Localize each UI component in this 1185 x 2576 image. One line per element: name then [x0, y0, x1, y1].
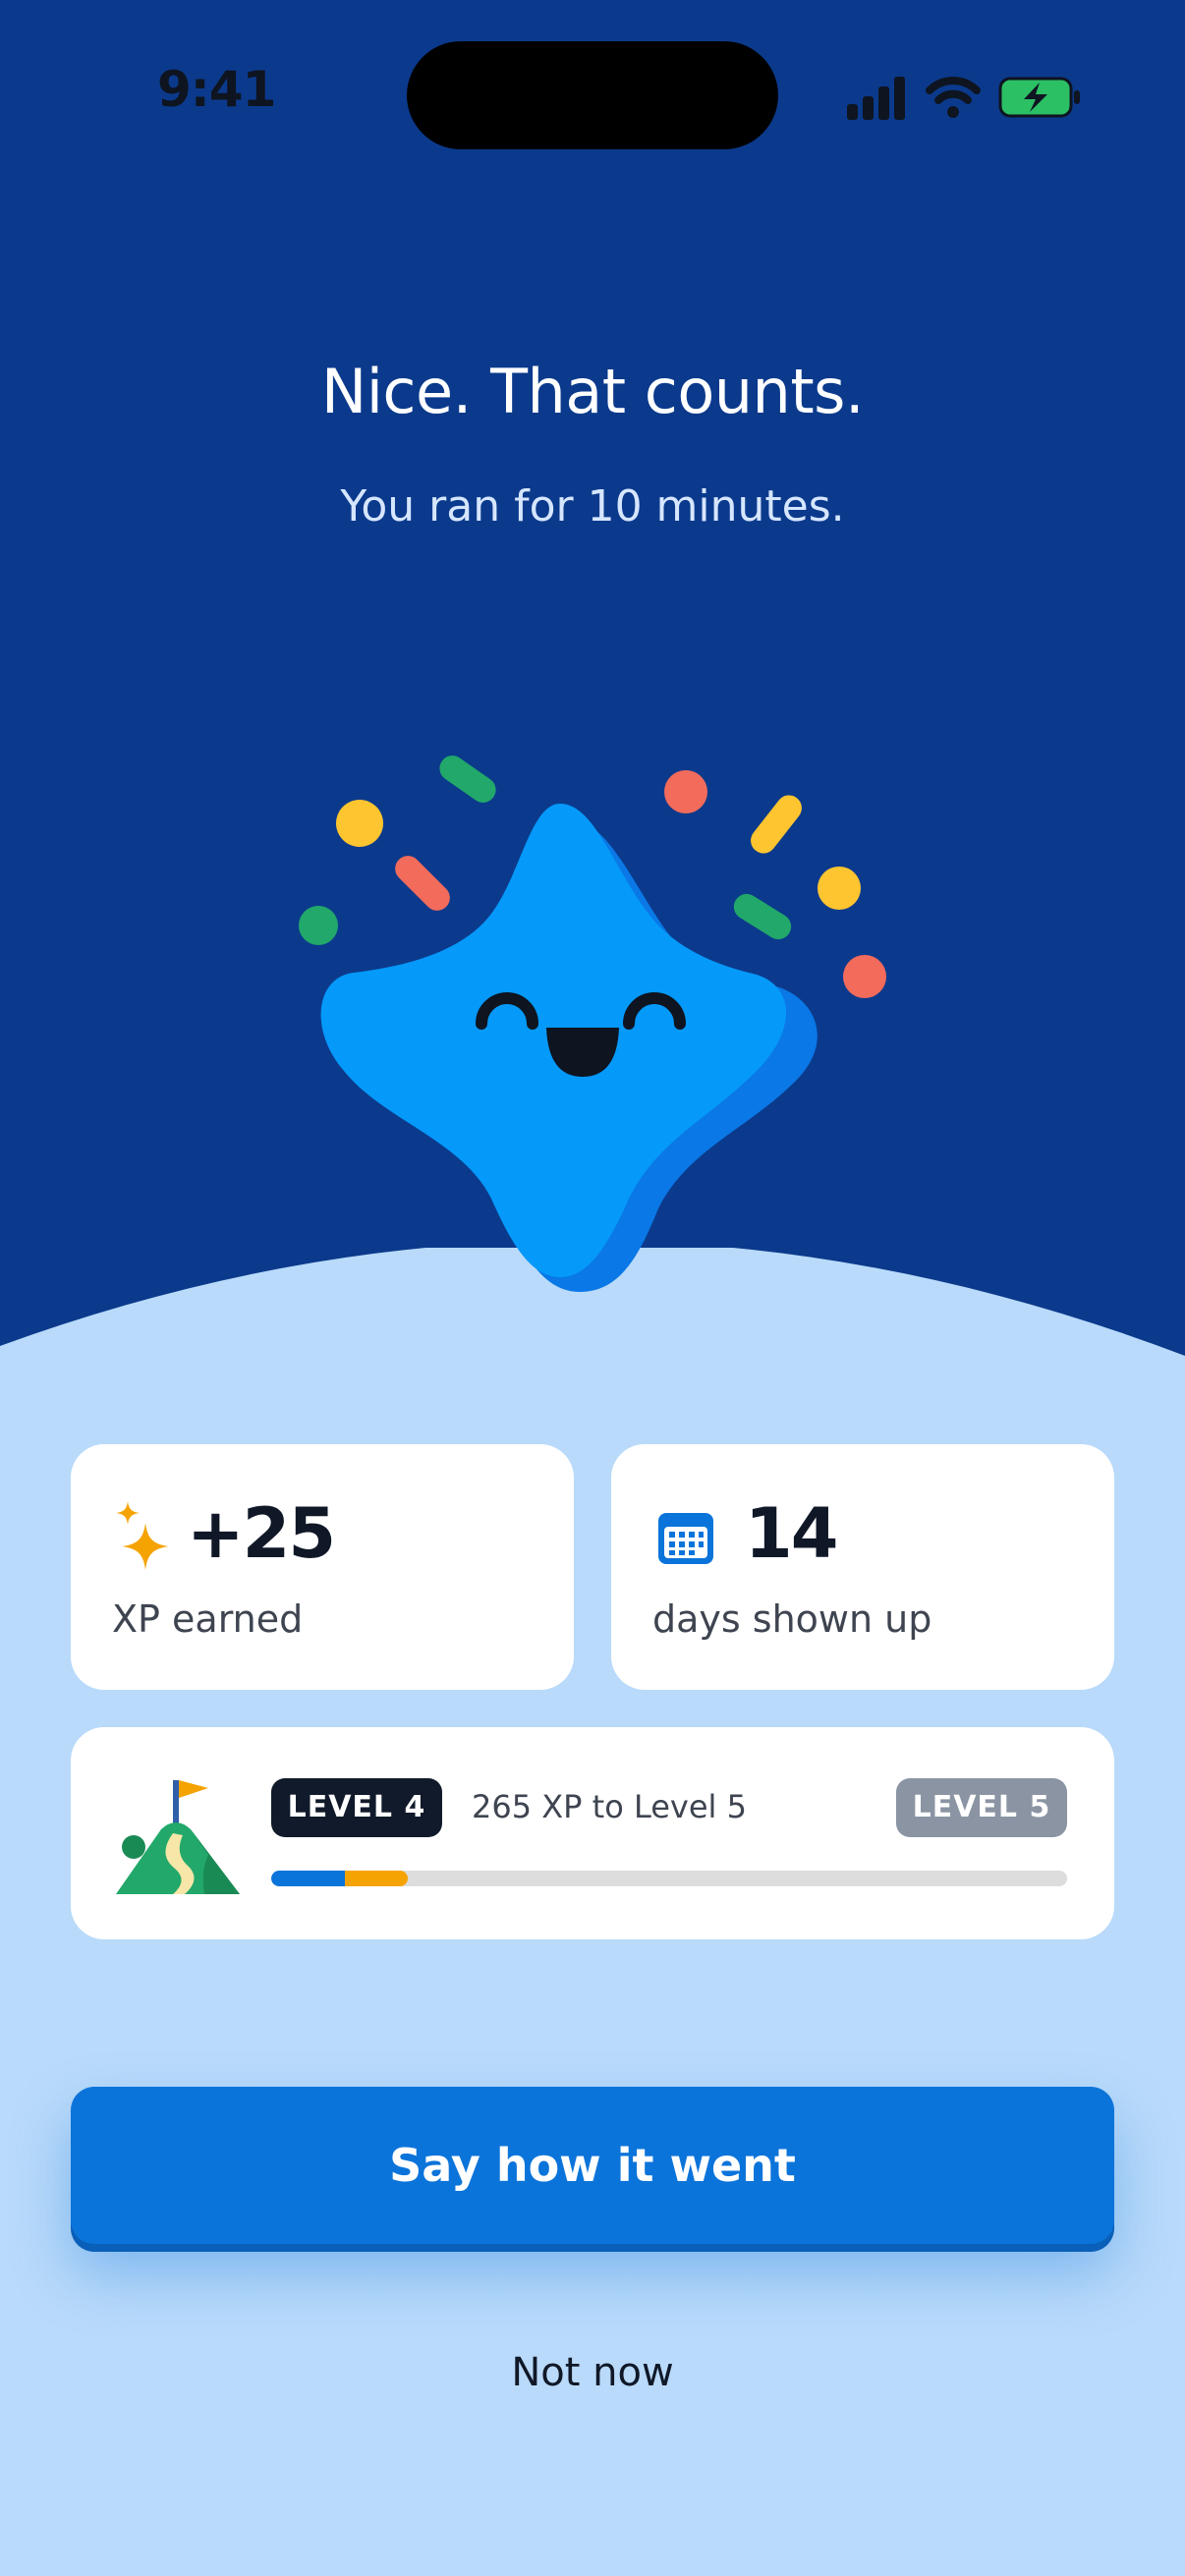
xp-progress-bar [271, 1871, 1067, 1886]
confetti-dot [843, 955, 886, 998]
xp-progress-previous [271, 1871, 345, 1886]
calendar-icon [658, 1513, 713, 1564]
confetti-dot [336, 800, 383, 847]
confetti-dot [299, 906, 338, 945]
xp-earned-card: +25 XP earned [71, 1444, 574, 1690]
confetti-bar [733, 893, 792, 940]
xp-value: +25 [187, 1493, 336, 1574]
status-time: 9:41 [157, 61, 276, 118]
current-level-badge: LEVEL 4 [271, 1778, 442, 1837]
happy-star-mascot-illustration [299, 756, 886, 1292]
mountain-flag-icon [116, 1780, 240, 1894]
say-how-it-went-button[interactable]: Say how it went [71, 2087, 1114, 2244]
confetti-dot [664, 770, 707, 813]
next-level-badge: LEVEL 5 [896, 1778, 1067, 1837]
reward-screen: 9:41 Nice. That counts. You ran for 10 m… [0, 0, 1185, 2576]
confetti-dot [818, 867, 861, 910]
confetti-bar [439, 756, 496, 803]
dynamic-island [407, 41, 778, 149]
days-label: days shown up [652, 1597, 932, 1641]
confetti-bar [395, 856, 450, 911]
battery-charging-icon [998, 77, 1080, 118]
xp-label: XP earned [112, 1597, 304, 1641]
xp-progress-fill [271, 1871, 408, 1886]
level-progress-card: LEVEL 4 265 XP to Level 5 LEVEL 5 [71, 1727, 1114, 1939]
page-title: Nice. That counts. [320, 356, 865, 427]
level-progress-text: 265 XP to Level 5 [472, 1788, 747, 1825]
confetti-bar [751, 795, 802, 854]
wifi-icon [926, 77, 981, 118]
not-now-button[interactable]: Not now [445, 2338, 740, 2407]
cellular-signal-icon [847, 77, 905, 120]
days-shown-up-card: 14 days shown up [611, 1444, 1114, 1690]
days-value: 14 [745, 1493, 838, 1574]
sparkle-icon [116, 1501, 169, 1570]
page-subtitle: You ran for 10 minutes. [340, 481, 845, 532]
xp-progress-gained [345, 1871, 408, 1886]
